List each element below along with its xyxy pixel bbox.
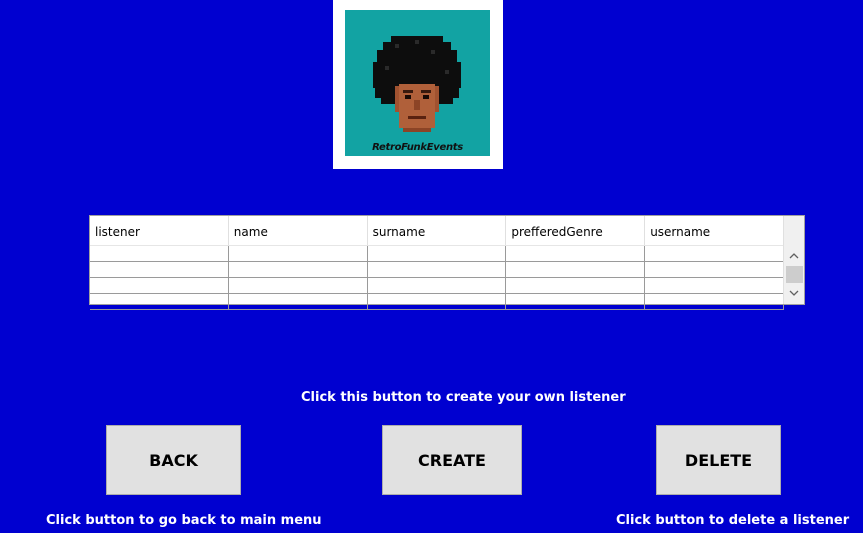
back-hint-label: Click button to go back to main menu [46,513,322,528]
chevron-down-icon[interactable] [784,285,804,302]
logo-image: RetroFunkEvents [345,10,490,156]
table-row[interactable] [90,278,784,294]
create-button[interactable]: CREATE [382,425,522,495]
logo-text: RetroFunkEvents [372,142,463,153]
logo: RetroFunkEvents [333,0,503,169]
table-row[interactable] [90,294,784,310]
table-cell[interactable] [368,246,507,261]
table-cell[interactable] [506,278,646,293]
column-header-listener[interactable]: listener [90,216,229,245]
create-hint-label: Click this button to create your own lis… [301,390,626,405]
afro-avatar-icon [373,36,461,132]
column-header-preffered-genre[interactable]: prefferedGenre [506,216,646,245]
table-cell[interactable] [645,278,784,293]
table-cell[interactable] [645,262,784,277]
table-cell[interactable] [368,262,507,277]
table-cell[interactable] [229,294,368,309]
table-vertical-scrollbar[interactable] [783,216,804,304]
table-cell[interactable] [506,294,646,309]
column-header-username[interactable]: username [645,216,784,245]
table-cell[interactable] [506,262,646,277]
table-cell[interactable] [90,262,229,277]
table-cell[interactable] [90,278,229,293]
back-button[interactable]: BACK [106,425,241,495]
table-cell[interactable] [90,246,229,261]
table-row[interactable] [90,262,784,278]
table-cell[interactable] [506,246,646,261]
table-cell[interactable] [368,278,507,293]
table-cell[interactable] [229,262,368,277]
table-grid: listener name surname prefferedGenre use… [90,216,784,310]
table-cell[interactable] [645,294,784,309]
table-cell[interactable] [645,246,784,261]
listeners-table[interactable]: listener name surname prefferedGenre use… [89,215,805,310]
table-cell[interactable] [90,294,229,309]
table-cell[interactable] [229,246,368,261]
chevron-up-icon[interactable] [784,247,804,264]
table-cell[interactable] [368,294,507,309]
column-header-name[interactable]: name [229,216,368,245]
scrollbar-thumb[interactable] [786,266,803,283]
table-cell[interactable] [229,278,368,293]
table-row[interactable] [90,246,784,262]
delete-button[interactable]: DELETE [656,425,781,495]
table-header: listener name surname prefferedGenre use… [90,216,784,246]
column-header-surname[interactable]: surname [368,216,507,245]
delete-hint-label: Click button to delete a listener [616,513,850,528]
